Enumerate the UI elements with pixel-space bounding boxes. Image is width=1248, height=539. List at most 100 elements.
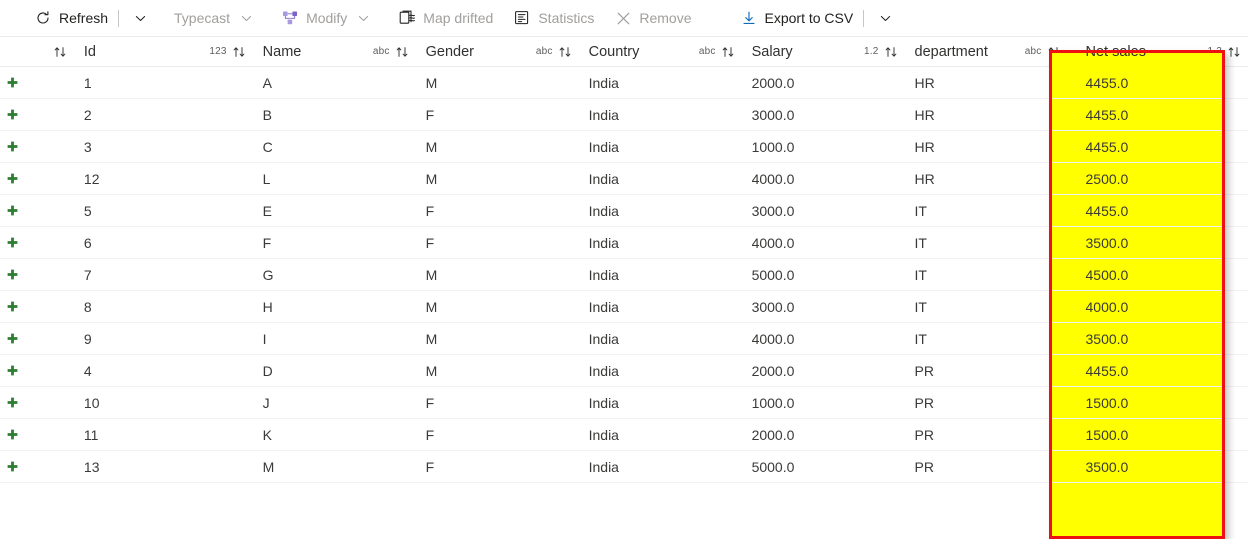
drag-handle-plus-icon[interactable] [0, 163, 25, 194]
drag-handle-plus-icon[interactable] [0, 227, 25, 258]
cell-name[interactable]: E [253, 195, 367, 226]
cell-country[interactable]: India [579, 195, 693, 226]
cell-net-sales[interactable]: 3500.0 [1068, 451, 1200, 482]
cell-id[interactable]: 12 [74, 163, 204, 194]
table-row[interactable]: 12 L M India 4000.0 HR 2500.0 [0, 163, 1248, 195]
cell-gender[interactable]: F [416, 451, 530, 482]
cell-department[interactable]: IT [905, 323, 1019, 354]
cell-country[interactable]: India [579, 227, 693, 258]
table-row[interactable]: 2 B F India 3000.0 HR 4455.0 [0, 99, 1248, 131]
cell-gender[interactable]: F [416, 387, 530, 418]
cell-net-sales[interactable]: 4455.0 [1068, 67, 1200, 98]
cell-salary[interactable]: 5000.0 [742, 451, 856, 482]
refresh-button[interactable]: Refresh [28, 3, 114, 33]
header-sort-netsales[interactable]: abc [1019, 37, 1068, 66]
export-csv-dropdown-button[interactable] [869, 3, 895, 33]
refresh-dropdown-button[interactable] [124, 3, 150, 33]
cell-gender[interactable]: M [416, 323, 530, 354]
cell-gender[interactable]: M [416, 259, 530, 290]
cell-country[interactable]: India [579, 387, 693, 418]
column-header-department[interactable]: department [905, 37, 1019, 66]
cell-salary[interactable]: 1000.0 [742, 387, 856, 418]
drag-handle-plus-icon[interactable] [0, 99, 25, 130]
cell-department[interactable]: IT [905, 259, 1019, 290]
cell-gender[interactable]: M [416, 163, 530, 194]
cell-id[interactable]: 6 [74, 227, 204, 258]
drag-handle-plus-icon[interactable] [0, 387, 25, 418]
drag-handle-plus-icon[interactable] [0, 419, 25, 450]
cell-net-sales[interactable]: 4455.0 [1068, 131, 1200, 162]
cell-net-sales[interactable]: 4455.0 [1068, 99, 1200, 130]
header-sort-id[interactable] [25, 37, 74, 66]
header-sort-gender[interactable]: abc [367, 37, 416, 66]
cell-department[interactable]: HR [905, 131, 1019, 162]
header-sort-name[interactable]: 123 [204, 37, 253, 66]
cell-name[interactable]: D [253, 355, 367, 386]
cell-id[interactable]: 4 [74, 355, 204, 386]
header-sort-salary[interactable]: abc [693, 37, 742, 66]
modify-button[interactable]: Modify [275, 3, 378, 33]
cell-gender[interactable]: F [416, 227, 530, 258]
table-row[interactable]: 3 C M India 1000.0 HR 4455.0 [0, 131, 1248, 163]
cell-id[interactable]: 2 [74, 99, 204, 130]
cell-salary[interactable]: 3000.0 [742, 291, 856, 322]
cell-id[interactable]: 13 [74, 451, 204, 482]
cell-gender[interactable]: M [416, 67, 530, 98]
cell-salary[interactable]: 4000.0 [742, 227, 856, 258]
table-row[interactable]: 10 J F India 1000.0 PR 1500.0 [0, 387, 1248, 419]
cell-id[interactable]: 1 [74, 67, 204, 98]
cell-department[interactable]: PR [905, 451, 1019, 482]
cell-department[interactable]: HR [905, 99, 1019, 130]
cell-gender[interactable]: F [416, 195, 530, 226]
cell-department[interactable]: PR [905, 419, 1019, 450]
table-row[interactable]: 11 K F India 2000.0 PR 1500.0 [0, 419, 1248, 451]
remove-button[interactable]: Remove [608, 3, 697, 33]
table-row[interactable]: 7 G M India 5000.0 IT 4500.0 [0, 259, 1248, 291]
cell-name[interactable]: A [253, 67, 367, 98]
cell-id[interactable]: 8 [74, 291, 204, 322]
cell-gender[interactable]: M [416, 131, 530, 162]
table-row[interactable]: 1 A M India 2000.0 HR 4455.0 [0, 67, 1248, 99]
cell-gender[interactable]: M [416, 291, 530, 322]
statistics-button[interactable]: Statistics [507, 3, 600, 33]
cell-salary[interactable]: 2000.0 [742, 67, 856, 98]
cell-name[interactable]: H [253, 291, 367, 322]
cell-country[interactable]: India [579, 163, 693, 194]
drag-handle-plus-icon[interactable] [0, 131, 25, 162]
cell-department[interactable]: HR [905, 67, 1019, 98]
table-row[interactable]: 8 H M India 3000.0 IT 4000.0 [0, 291, 1248, 323]
column-header-name[interactable]: Name [253, 37, 367, 66]
cell-id[interactable]: 9 [74, 323, 204, 354]
cell-gender[interactable]: M [416, 355, 530, 386]
column-header-salary[interactable]: Salary [742, 37, 856, 66]
cell-id[interactable]: 7 [74, 259, 204, 290]
cell-net-sales[interactable]: 3500.0 [1068, 323, 1200, 354]
cell-gender[interactable]: F [416, 419, 530, 450]
drag-handle-plus-icon[interactable] [0, 291, 25, 322]
cell-name[interactable]: B [253, 99, 367, 130]
table-row[interactable]: 13 M F India 5000.0 PR 3500.0 [0, 451, 1248, 483]
table-row[interactable]: 4 D M India 2000.0 PR 4455.0 [0, 355, 1248, 387]
cell-name[interactable]: K [253, 419, 367, 450]
cell-department[interactable]: PR [905, 387, 1019, 418]
cell-name[interactable]: C [253, 131, 367, 162]
cell-salary[interactable]: 4000.0 [742, 323, 856, 354]
column-header-country[interactable]: Country [579, 37, 693, 66]
cell-name[interactable]: G [253, 259, 367, 290]
cell-salary[interactable]: 2000.0 [742, 419, 856, 450]
table-row[interactable]: 6 F F India 4000.0 IT 3500.0 [0, 227, 1248, 259]
cell-net-sales[interactable]: 3500.0 [1068, 227, 1200, 258]
table-row[interactable]: 9 I M India 4000.0 IT 3500.0 [0, 323, 1248, 355]
header-sort-country[interactable]: abc [530, 37, 579, 66]
cell-gender[interactable]: F [416, 99, 530, 130]
cell-salary[interactable]: 2000.0 [742, 355, 856, 386]
cell-country[interactable]: India [579, 131, 693, 162]
drag-handle-plus-icon[interactable] [0, 67, 25, 98]
drag-handle-plus-icon[interactable] [0, 323, 25, 354]
column-header-net-sales[interactable]: Net sales [1068, 37, 1200, 66]
cell-country[interactable]: India [579, 99, 693, 130]
cell-department[interactable]: HR [905, 163, 1019, 194]
cell-id[interactable]: 11 [74, 419, 204, 450]
table-row[interactable]: 5 E F India 3000.0 IT 4455.0 [0, 195, 1248, 227]
cell-net-sales[interactable]: 2500.0 [1068, 163, 1200, 194]
